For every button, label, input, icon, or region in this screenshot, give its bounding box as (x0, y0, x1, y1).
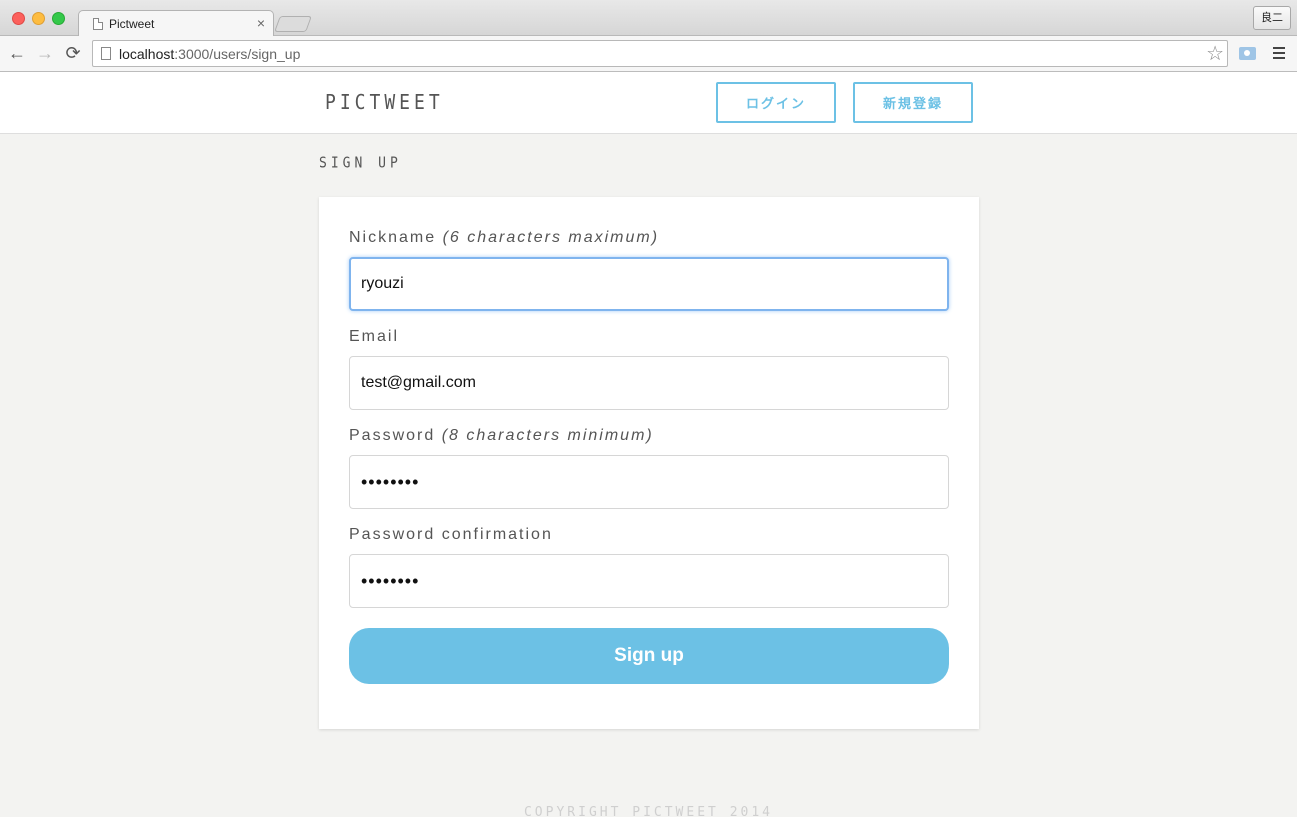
url-host: localhost (119, 46, 175, 62)
login-button[interactable]: ログイン (716, 82, 836, 123)
page-icon (93, 18, 103, 30)
password-confirmation-label: Password confirmation (349, 526, 553, 543)
password-confirmation-field[interactable]: •••••••• (349, 554, 949, 608)
bookmark-star-icon[interactable]: ☆ (1206, 42, 1224, 66)
nickname-hint: (6 characters maximum) (442, 229, 660, 246)
back-arrow-icon[interactable]: ← (7, 43, 27, 63)
nickname-label: Nickname (6 characters maximum) (349, 229, 659, 247)
nickname-field[interactable]: ryouzi (349, 257, 949, 311)
url-path: :3000/users/sign_up (174, 46, 301, 62)
site-logo[interactable]: PICTWEET (325, 90, 444, 114)
browser-tab[interactable]: Pictweet × (78, 10, 274, 37)
close-tab-icon[interactable]: × (257, 15, 265, 31)
password-label-text: Password (349, 427, 442, 444)
page-icon (101, 47, 111, 60)
nickname-label-text: Nickname (349, 229, 443, 246)
page-title: SIGN UP (319, 154, 402, 173)
camera-icon[interactable] (1239, 47, 1256, 60)
password-label: Password (8 characters minimum) (349, 427, 654, 445)
sign-up-button[interactable]: Sign up (349, 628, 949, 684)
reload-icon[interactable]: ⟳ (63, 43, 83, 63)
new-tab-button[interactable] (274, 16, 312, 32)
tab-title: Pictweet (109, 17, 155, 31)
browser-tab-strip: Pictweet × 良二 (0, 0, 1297, 37)
site-header: PICTWEET ログイン 新規登録 (0, 72, 1297, 134)
forward-arrow-icon[interactable]: → (35, 43, 55, 63)
address-bar[interactable]: localhost:3000/users/sign_up ☆ (92, 40, 1228, 67)
zoom-window-button[interactable] (52, 12, 65, 25)
password-hint: (8 characters minimum) (441, 427, 654, 444)
close-window-button[interactable] (12, 12, 25, 25)
browser-toolbar: ← → ⟳ localhost:3000/users/sign_up ☆ (0, 36, 1297, 72)
email-field[interactable]: test@gmail.com (349, 356, 949, 410)
signup-nav-button[interactable]: 新規登録 (853, 82, 973, 123)
password-field[interactable]: •••••••• (349, 455, 949, 509)
footer-copyright: COPYRIGHT PICTWEET 2014 (523, 805, 773, 817)
menu-icon[interactable] (1273, 47, 1285, 59)
email-label: Email (349, 328, 400, 345)
url-text: localhost:3000/users/sign_up (119, 46, 300, 62)
minimize-window-button[interactable] (32, 12, 45, 25)
signup-form: Nickname (6 characters maximum) ryouzi E… (319, 197, 979, 729)
profile-button[interactable]: 良二 (1253, 6, 1291, 30)
